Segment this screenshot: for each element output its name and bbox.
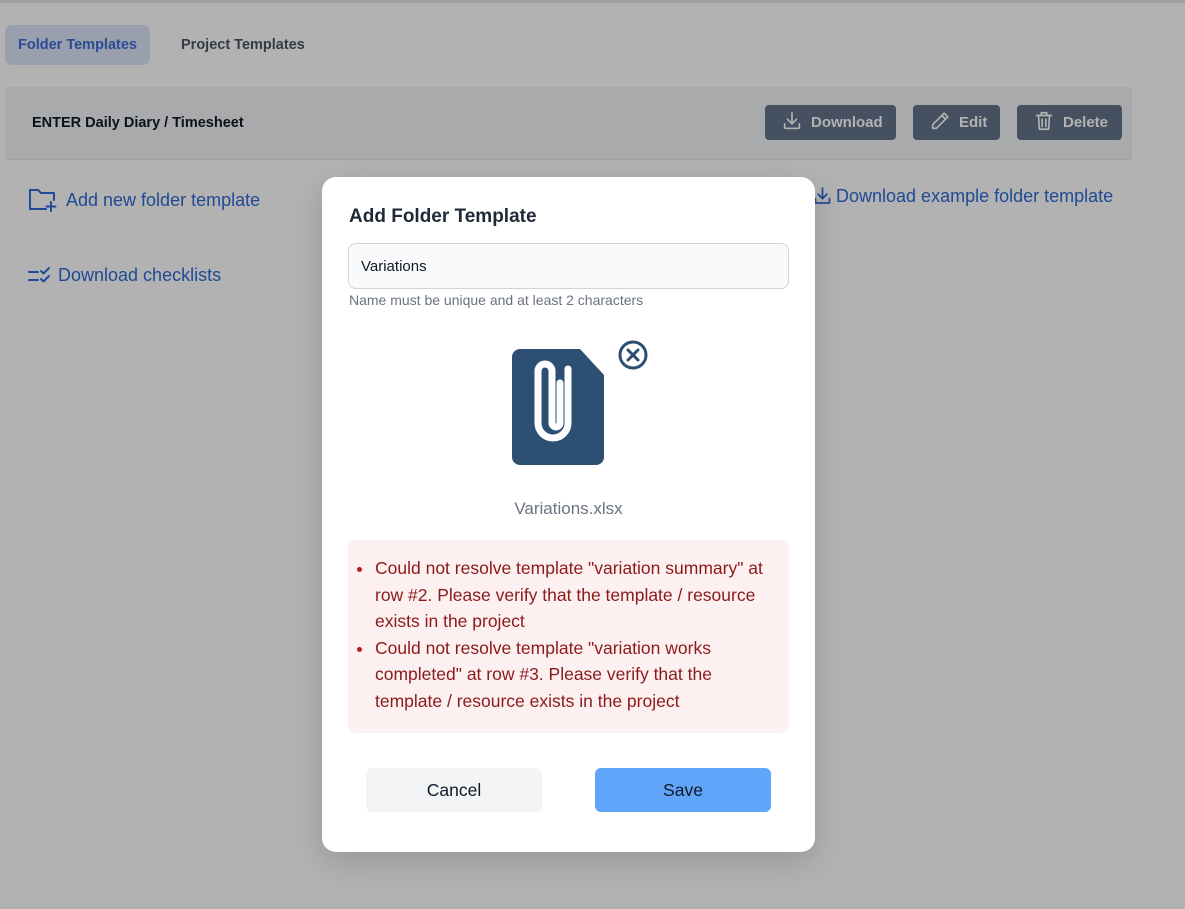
add-folder-template-modal: Add Folder Template Name must be unique … — [322, 177, 815, 852]
modal-title: Add Folder Template — [349, 206, 537, 227]
cancel-button[interactable]: Cancel — [366, 768, 542, 812]
template-name-input[interactable] — [348, 243, 789, 289]
name-helper-text: Name must be unique and at least 2 chara… — [349, 292, 644, 308]
error-message-box: Could not resolve template "variation su… — [348, 540, 789, 733]
remove-file-button[interactable] — [617, 339, 649, 371]
error-item: Could not resolve template "variation su… — [357, 555, 771, 635]
error-item: Could not resolve template "variation wo… — [357, 635, 771, 715]
attached-file-name: Variations.xlsx — [514, 499, 623, 518]
save-button[interactable]: Save — [595, 768, 771, 812]
close-circle-icon — [617, 340, 649, 375]
error-list: Could not resolve template "variation su… — [357, 555, 771, 715]
paperclip-file-icon — [508, 347, 606, 467]
